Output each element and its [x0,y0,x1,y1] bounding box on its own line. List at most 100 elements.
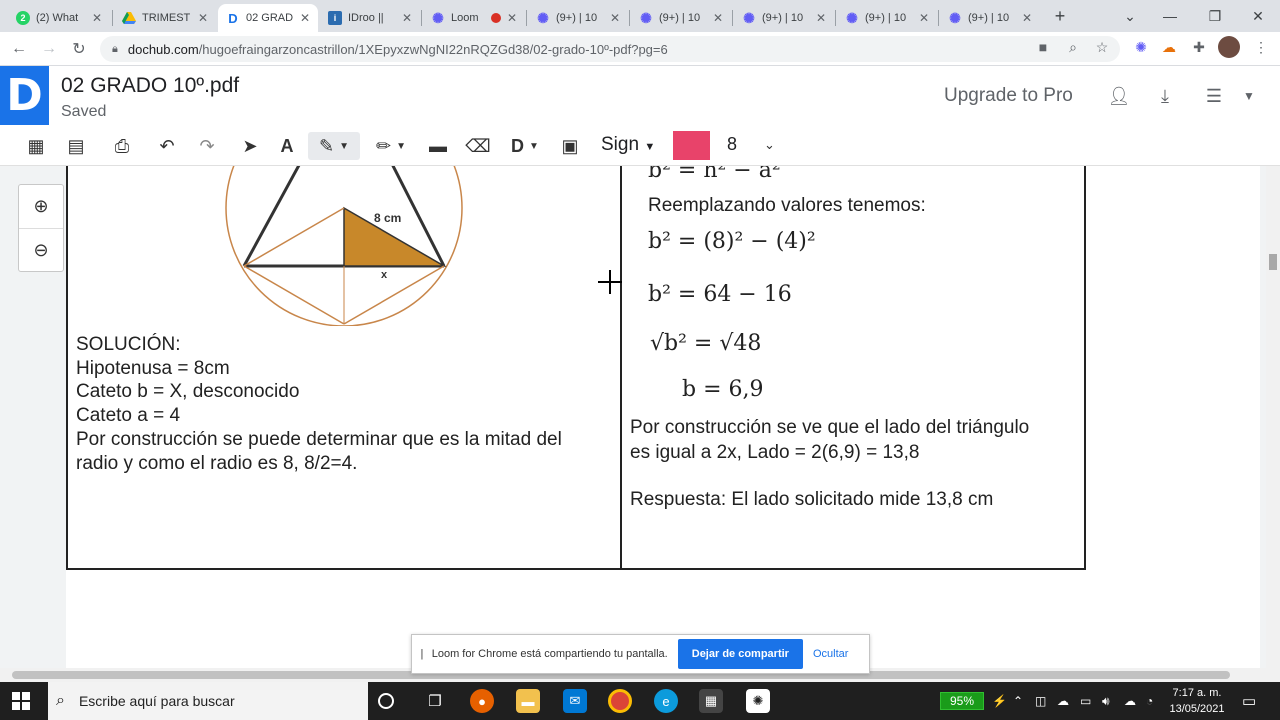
whatsapp-icon: 2 [16,11,30,25]
size-value[interactable]: 8 [727,134,737,155]
pages-list-icon[interactable]: ▤ [62,132,90,160]
comment-icon[interactable]: ▬ [424,132,452,160]
edge-icon[interactable]: e [654,689,678,713]
gear-icon: ✺ [949,9,961,26]
bookmark-star-icon[interactable]: ☆ [1091,36,1113,58]
hide-link[interactable]: Ocultar [813,648,848,660]
tab-9plus-4[interactable]: ✺ (9+) | 10 ✕ [837,4,937,32]
dochub-logo[interactable]: D [0,66,49,125]
tab-idroo[interactable]: i IDroo || ✕ [320,4,420,32]
taskbar-search[interactable]: ⌕ Escribe aquí para buscar [48,682,368,720]
cloud-icon[interactable]: ☁ [1057,682,1069,720]
forward-button[interactable]: → [38,38,60,60]
extensions-puzzle-icon[interactable]: ✚ [1188,36,1210,58]
notifications-icon[interactable]: ▭ [1242,682,1256,720]
conclusion-line-1: Por construcción se ve que el lado del t… [630,417,1030,438]
print-icon[interactable]: ⎙ [108,132,136,160]
mail-icon[interactable]: ✉ [563,689,587,713]
eraser-icon[interactable]: ⌫ [464,132,492,160]
task-view-icon[interactable]: ❐ [423,689,447,713]
network-icon[interactable]: ▭ [1080,682,1091,720]
zoom-out-icon[interactable]: ⊖ [19,228,63,271]
scroll-thumb[interactable] [1269,254,1277,270]
grid-icon[interactable]: ▦ [22,132,50,160]
close-icon[interactable]: ✕ [300,11,310,25]
download-icon[interactable]: ⤓ [1152,84,1178,108]
extension-icon[interactable]: ☁ [1158,36,1180,58]
stop-sharing-button[interactable]: Dejar de compartir [677,639,803,669]
tab-whatsapp[interactable]: 2 (2) What ✕ [8,4,110,32]
recording-icon [490,13,501,23]
minimize-button[interactable]: — [1150,0,1190,32]
tab-title: (9+) | 10 [968,12,1010,24]
text-tool-icon[interactable]: A [273,132,301,160]
vertical-scrollbar[interactable] [1266,166,1280,668]
camera-icon[interactable]: ■ [1032,36,1054,58]
solution-table: 8 cm x SOLUCIÓN: Hipotenusa = 8cm Cateto… [66,166,1086,570]
drag-handle-icon[interactable]: || [420,648,423,660]
document-title[interactable]: 02 GRADO 10º.pdf [61,74,239,98]
avatar[interactable] [1218,36,1240,58]
tab-search-icon[interactable]: ⌄ [1110,0,1150,32]
onedrive-icon[interactable]: ☁ [1124,682,1136,720]
close-icon[interactable]: ✕ [610,11,620,25]
tab-9plus-5[interactable]: ✺ (9+) | 10 ✕ [940,4,1040,32]
cortana-icon[interactable] [378,693,394,709]
chevron-down-icon[interactable]: ▼ [1236,84,1262,108]
highlighter-button[interactable]: ✏ ▼ [368,132,414,160]
battery-indicator[interactable]: 95% [940,692,984,710]
url-bar[interactable]: 🔒︎ dochub.com/hugoefraingarzoncastrillon… [100,36,1120,62]
chevron-down-icon[interactable]: ⌄ [764,137,775,153]
power-icon[interactable]: ⚡ [992,682,1007,720]
select-arrow-icon[interactable]: ➤ [236,132,264,160]
close-icon[interactable]: ✕ [198,11,208,25]
volume-icon[interactable]: 🔊︎ [1102,682,1110,720]
color-swatch[interactable] [673,131,710,160]
reload-button[interactable]: ↻ [68,38,90,60]
loom-extension-icon[interactable]: ✺ [1130,36,1152,58]
new-tab-button[interactable]: + [1048,4,1072,28]
browser-tab-strip: 2 (2) What ✕ TRIMEST ✕ D 02 GRAD ✕ i IDr… [0,0,1280,32]
tab-title: (9+) | 10 [556,12,598,24]
document-workspace: 8 cm x SOLUCIÓN: Hipotenusa = 8cm Cateto… [0,166,1280,668]
store-icon[interactable]: ▦ [699,689,723,713]
firefox-icon[interactable]: ● [470,689,494,713]
formula-step-4: b = 6,9 [682,377,764,402]
redo-icon[interactable]: ↷ [193,132,221,160]
file-explorer-icon[interactable]: ▬ [516,689,540,713]
tab-9plus-3[interactable]: ✺ (9+) | 10 ✕ [734,4,834,32]
windows-start-icon[interactable] [12,692,30,710]
wifi-icon[interactable]: ◔ [1146,682,1153,720]
chrome-menu-icon[interactable]: ⋮ [1250,36,1272,58]
image-icon[interactable]: ▣ [556,132,584,160]
clock[interactable]: 7:17 a. m. 13/05/2021 [1165,685,1229,717]
close-icon[interactable]: ✕ [507,11,517,25]
close-icon[interactable]: ✕ [713,11,723,25]
close-icon[interactable]: ✕ [919,11,929,25]
draw-tool-button[interactable]: ✎ ▼ [308,132,360,160]
chrome-icon[interactable] [608,689,632,713]
back-button[interactable]: ← [8,38,30,60]
add-user-icon[interactable]: 👤︎ [1106,84,1132,108]
stamp-button[interactable]: D ▼ [502,132,548,160]
tray-icon[interactable]: ◫ [1035,682,1046,720]
zoom-icon[interactable]: ⌕ [1062,36,1084,58]
tab-9plus-2[interactable]: ✺ (9+) | 10 ✕ [631,4,731,32]
close-icon[interactable]: ✕ [402,11,412,25]
tab-9plus-1[interactable]: ✺ (9+) | 10 ✕ [528,4,628,32]
upgrade-button[interactable]: Upgrade to Pro [944,85,1073,107]
tab-trimestre[interactable]: TRIMEST ✕ [114,4,216,32]
restore-button[interactable]: ❐ [1195,0,1235,32]
close-window-button[interactable]: ✕ [1238,0,1278,32]
menu-icon[interactable]: ☰ [1201,84,1227,108]
tab-dochub-active[interactable]: D 02 GRAD ✕ [218,4,318,32]
tab-loom[interactable]: ✺ Loom ✕ [423,4,525,32]
sign-button[interactable]: Sign ▼ [601,134,655,156]
close-icon[interactable]: ✕ [92,11,102,25]
app-icon[interactable]: ✺ [746,689,770,713]
zoom-in-icon[interactable]: ⊕ [19,185,63,228]
undo-icon[interactable]: ↶ [153,132,181,160]
chevron-up-icon[interactable]: ⌃ [1013,682,1023,720]
close-icon[interactable]: ✕ [1022,11,1032,25]
close-icon[interactable]: ✕ [816,11,826,25]
